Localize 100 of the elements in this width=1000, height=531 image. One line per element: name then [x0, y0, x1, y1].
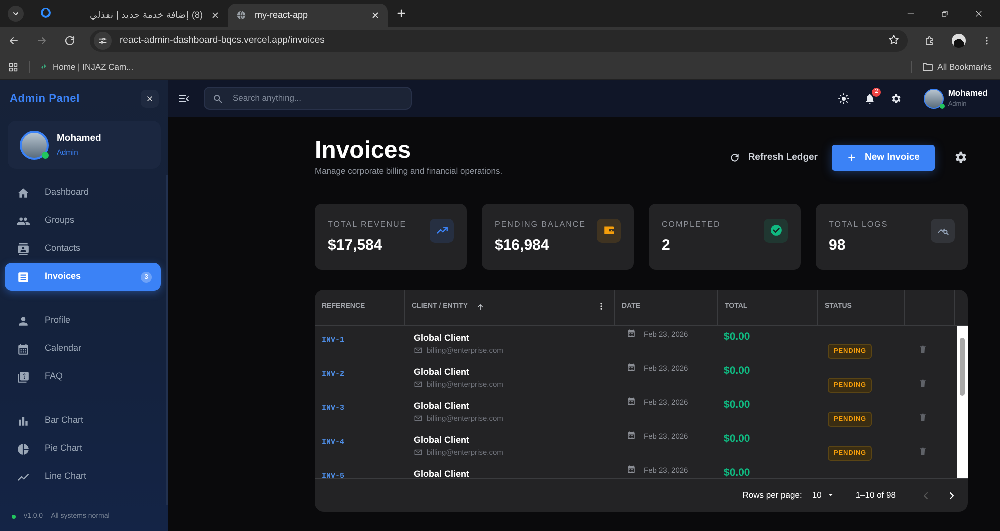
- trash-icon[interactable]: [918, 412, 928, 423]
- nav-item[interactable]: Profile: [5, 307, 161, 335]
- status-dot: [12, 514, 16, 519]
- page-title: Invoices: [315, 137, 412, 165]
- client-name: Global Client: [414, 400, 471, 413]
- close-icon[interactable]: [371, 11, 380, 20]
- user-name: Mohamed: [948, 87, 988, 100]
- stat-value: $17,584: [328, 236, 384, 256]
- settings-icon: [953, 150, 968, 166]
- all-bookmarks-link[interactable]: All Bookmarks: [922, 60, 992, 74]
- nav-item[interactable]: Dashboard: [5, 179, 161, 207]
- sort-ascending-icon: [476, 302, 485, 312]
- back-icon[interactable]: [8, 35, 20, 47]
- nav-item[interactable]: Bar Chart: [5, 407, 161, 435]
- close-icon: [146, 95, 154, 103]
- star-icon[interactable]: [888, 34, 900, 46]
- scrollbar[interactable]: [957, 326, 968, 478]
- search-input[interactable]: Search anything...: [231, 91, 401, 106]
- bookmark-favicon-icon: [40, 62, 49, 72]
- apps-grid-icon[interactable]: [8, 62, 19, 72]
- globe-icon: [236, 10, 247, 21]
- bell-icon[interactable]: [864, 92, 876, 104]
- user-name: Mohamed: [57, 132, 102, 146]
- browser-tab[interactable]: my-react-app: [228, 4, 388, 27]
- stat-value: 98: [829, 236, 847, 256]
- page-subtitle: Manage corporate billing and financial operations.: [315, 165, 503, 178]
- mail-icon: [414, 380, 423, 390]
- profile-avatar[interactable]: [952, 34, 966, 48]
- client-name: Global Client: [414, 434, 471, 447]
- nav-item[interactable]: Contacts: [5, 235, 161, 263]
- nav-item[interactable]: FAQ: [5, 363, 161, 391]
- close-icon[interactable]: [974, 8, 984, 18]
- folder-icon: [922, 61, 934, 73]
- trash-icon[interactable]: [918, 378, 928, 389]
- person-icon: [17, 314, 30, 328]
- stat-value: $16,984: [495, 236, 550, 256]
- settings-icon[interactable]: [890, 92, 902, 104]
- address-bar[interactable]: react-admin-dashboard-bqcs.vercel.app/invoices: [90, 30, 908, 52]
- new-invoice-button[interactable]: New Invoice: [832, 145, 935, 171]
- new-tab-icon[interactable]: [396, 8, 407, 19]
- tab-title: my-react-app: [255, 8, 310, 22]
- app-logo-icon: [40, 7, 52, 20]
- calendar-icon: [627, 464, 636, 474]
- forward-icon[interactable]: [36, 35, 48, 47]
- invoice-total: $0.00: [724, 466, 750, 478]
- search-icon: [213, 94, 223, 104]
- user-avatar[interactable]: [924, 88, 944, 108]
- nav-item[interactable]: Calendar: [5, 335, 161, 363]
- client-name: Global Client: [414, 332, 471, 345]
- rows-per-page-label: Rows per page:: [742, 488, 802, 502]
- site-settings-icon[interactable]: [98, 36, 108, 46]
- client-name: Global Client: [414, 366, 471, 379]
- close-icon[interactable]: [211, 11, 220, 20]
- nav-item[interactable]: Groups: [5, 207, 161, 235]
- bar-chart-icon: [17, 414, 30, 428]
- document-icon: [17, 270, 30, 284]
- browser-tab[interactable]: (8) إضافة خدمة جديد | نفذلي: [68, 4, 228, 27]
- invoice-total: $0.00: [724, 330, 750, 343]
- trash-icon[interactable]: [918, 344, 928, 355]
- people-icon: [17, 214, 30, 228]
- sun-icon[interactable]: [838, 92, 850, 104]
- help-icon: [17, 370, 30, 384]
- calendar-icon: [627, 362, 636, 372]
- stat-label: PENDING BALANCE: [495, 218, 586, 231]
- mail-icon: [414, 414, 423, 424]
- stat-value: 2: [662, 236, 672, 256]
- stat-label: COMPLETED: [662, 218, 721, 231]
- tab-list-button[interactable]: [8, 6, 24, 22]
- rows-per-page-select[interactable]: 10: [812, 488, 836, 502]
- search-field[interactable]: Search anything...: [204, 87, 412, 110]
- invoice-total: $0.00: [724, 398, 750, 411]
- reload-icon[interactable]: [64, 35, 76, 47]
- calendar-icon: [627, 430, 636, 440]
- page-range: 1–10 of 98: [856, 488, 896, 502]
- calendar-icon: [17, 342, 30, 356]
- chevron-down-icon: [12, 10, 20, 18]
- stat-label: TOTAL LOGS: [829, 218, 888, 231]
- home-icon: [17, 186, 30, 200]
- mail-icon: [414, 448, 423, 458]
- refresh-icon: [730, 153, 740, 163]
- calendar-icon: [627, 396, 636, 406]
- invoice-total: $0.00: [724, 432, 750, 445]
- stat-label: TOTAL REVENUE: [328, 218, 407, 231]
- invoice-total: $0.00: [724, 364, 750, 377]
- nav-item[interactable]: Line Chart: [5, 463, 161, 491]
- menu-collapse-icon[interactable]: [178, 92, 190, 104]
- calendar-icon: [627, 328, 636, 338]
- pie-chart-icon: [17, 442, 30, 456]
- puzzle-icon[interactable]: [924, 35, 936, 47]
- nav-item[interactable]: Pie Chart: [5, 435, 161, 463]
- restore-icon[interactable]: [940, 8, 950, 18]
- close-sidebar-button[interactable]: [141, 90, 159, 108]
- refresh-button[interactable]: Refresh Ledger: [724, 146, 824, 170]
- trash-icon[interactable]: [918, 446, 928, 457]
- online-status-dot: [940, 104, 946, 108]
- client-name: Global Client: [414, 468, 471, 478]
- brand-title: Admin Panel: [10, 92, 80, 107]
- bookmark-link[interactable]: Home | INJAZ Cam...: [40, 60, 134, 74]
- contact-card-icon: [17, 242, 30, 256]
- tab-title: (8) إضافة خدمة جديد | نفذلي: [89, 8, 203, 22]
